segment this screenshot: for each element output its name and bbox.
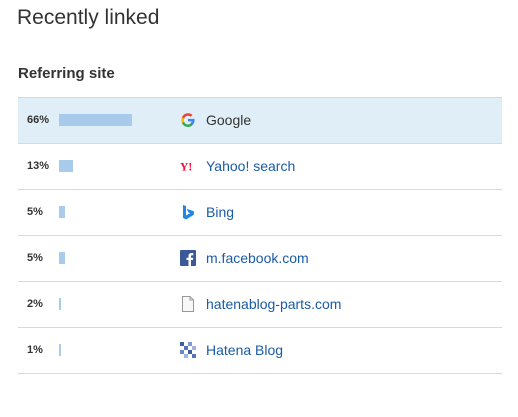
referrer-row-google[interactable]: 66% Google (18, 98, 502, 144)
referrer-percent: 13% (27, 160, 50, 172)
referrer-bar (59, 298, 61, 310)
section-heading-referring-site: Referring site (18, 65, 115, 82)
referrer-row-hatena-blog[interactable]: 1% Hatena Blog (18, 328, 502, 374)
referrer-site-link[interactable]: Bing (206, 190, 234, 235)
svg-text:Y!: Y! (180, 161, 192, 173)
referrer-percent: 2% (27, 298, 43, 310)
page-title: Recently linked (17, 6, 160, 29)
referrer-bar (59, 252, 65, 264)
referrer-percent: 66% (27, 114, 50, 126)
facebook-icon (180, 250, 196, 266)
referrer-bar (59, 160, 73, 172)
referrer-site-link[interactable]: Yahoo! search (206, 144, 295, 189)
referrer-bar (59, 114, 132, 126)
referrer-row-facebook[interactable]: 5% m.facebook.com (18, 236, 502, 282)
referrer-site-link[interactable]: m.facebook.com (206, 236, 309, 281)
yahoo-icon: Y! (180, 158, 196, 174)
referrer-percent: 5% (27, 206, 43, 218)
referrer-bar (59, 206, 65, 218)
page-icon (180, 296, 196, 312)
referring-site-table: 66% Google 13% Y! Yahoo! search 5% Bing … (18, 97, 502, 374)
referrer-row-hatenablog-parts[interactable]: 2% hatenablog-parts.com (18, 282, 502, 328)
referrer-percent: 1% (27, 344, 43, 356)
referrer-site-link[interactable]: Google (206, 98, 251, 143)
referrer-row-yahoo[interactable]: 13% Y! Yahoo! search (18, 144, 502, 190)
hatena-blog-icon (180, 342, 196, 358)
referrer-site-link[interactable]: hatenablog-parts.com (206, 282, 341, 327)
google-icon (180, 112, 196, 128)
referrer-row-bing[interactable]: 5% Bing (18, 190, 502, 236)
referrer-site-link[interactable]: Hatena Blog (206, 328, 283, 373)
bing-icon (180, 204, 196, 220)
referrer-bar (59, 344, 61, 356)
referrer-percent: 5% (27, 252, 43, 264)
